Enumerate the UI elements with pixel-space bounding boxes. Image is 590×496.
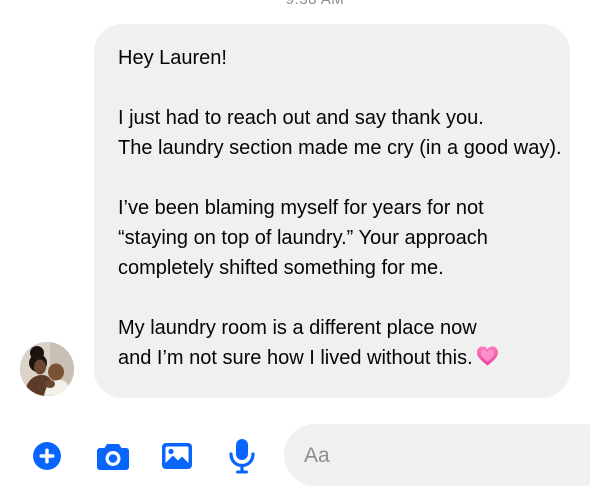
message-line-with-emoji: and I’m not sure how I lived without thi… (118, 343, 554, 373)
message-line-text: and I’m not sure how I lived without thi… (118, 347, 473, 369)
voice-message-button[interactable] (222, 436, 262, 476)
message-bubble[interactable]: Hey Lauren! I just had to reach out and … (94, 24, 570, 398)
message-input[interactable] (302, 424, 586, 488)
sender-avatar[interactable] (20, 342, 74, 396)
message-paragraph: I’ve been blaming myself for years for n… (118, 193, 554, 283)
image-icon (162, 443, 192, 469)
message-line: The laundry section made me cry (in a go… (118, 137, 562, 159)
camera-button[interactable] (93, 436, 133, 476)
message-paragraph: My laundry room is a different place now… (118, 313, 554, 373)
more-actions-button[interactable] (27, 436, 67, 476)
message-line: “staying on top of laundry.” Your approa… (118, 227, 488, 249)
message-line: completely shifted something for me. (118, 257, 444, 279)
camera-icon (97, 444, 129, 470)
message-timestamp: 9:38 AM (0, 0, 590, 8)
message-composer (0, 424, 590, 488)
message-line: I just had to reach out and say thank yo… (118, 107, 484, 129)
message-paragraph: I just had to reach out and say thank yo… (118, 103, 562, 163)
growing-heart-emoji-icon (476, 345, 499, 367)
message-line: My laundry room is a different place now (118, 317, 477, 339)
message-line: I’ve been blaming myself for years for n… (118, 197, 484, 219)
gallery-button[interactable] (157, 436, 197, 476)
plus-icon (33, 442, 61, 470)
message-input-container[interactable] (284, 424, 590, 488)
message-line: Hey Lauren! (118, 47, 227, 69)
microphone-icon (229, 439, 255, 474)
message-greeting: Hey Lauren! (118, 43, 554, 73)
